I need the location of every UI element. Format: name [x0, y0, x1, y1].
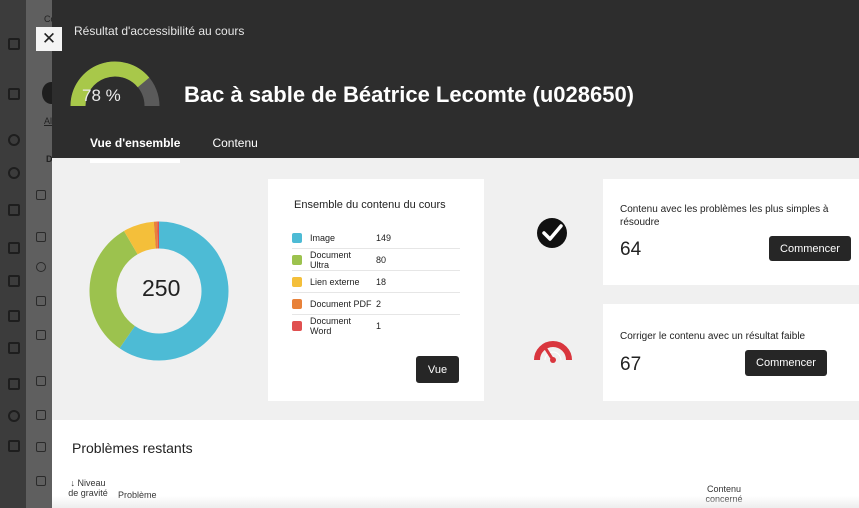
- bg-item-icon: [36, 262, 46, 272]
- report-header: Résultat d'accessibilité au cours 78 % B…: [52, 0, 859, 163]
- speedometer-icon: [534, 341, 572, 363]
- remaining-issues-section: Problèmes restants ↓ Niveau de gravité P…: [52, 420, 859, 508]
- bg-item-icon: [36, 376, 46, 386]
- severity-column-header[interactable]: ↓ Niveau de gravité: [68, 478, 108, 498]
- score-value: 78 %: [82, 86, 121, 105]
- report-eyebrow: Résultat d'accessibilité au cours: [74, 24, 245, 38]
- tab-overview[interactable]: Vue d'ensemble: [90, 136, 181, 163]
- legend-label: Document Word: [310, 316, 352, 336]
- legend-row-link: Lien externe 18: [292, 271, 460, 293]
- globe-icon: [8, 167, 20, 179]
- easy-issues-text: Contenu avec les problèmes les plus simp…: [620, 204, 829, 228]
- legend-label: Document Ultra: [310, 249, 352, 270]
- legend-row-ultra: Document Ultra 80: [292, 249, 460, 271]
- bg-item-icon: [36, 296, 46, 306]
- donut-slice-2: [124, 221, 157, 255]
- background-app-sidebar: Co Al D: [0, 0, 60, 508]
- tab-content[interactable]: Contenu: [212, 136, 257, 163]
- view-button[interactable]: Vue: [416, 356, 459, 383]
- grades-icon: [8, 342, 20, 354]
- institution-icon: [8, 88, 20, 100]
- low-score-text: Corriger le contenu avec un résultat fai…: [620, 331, 806, 342]
- content-summary-card: Ensemble du contenu du cours Image 149 D…: [268, 179, 484, 401]
- profile-icon: [8, 410, 20, 422]
- tools-icon: [8, 378, 20, 390]
- remaining-issues-title: Problèmes restants: [72, 440, 193, 456]
- signout-icon: [8, 440, 20, 452]
- calendar-icon: [8, 275, 20, 287]
- bg-item-icon: [36, 442, 46, 452]
- legend-label: Lien externe: [310, 276, 360, 287]
- check-circle-icon: [537, 218, 567, 248]
- background-nav-rail: [0, 0, 26, 508]
- legend-swatch: [292, 276, 302, 287]
- legend-count: 80: [376, 254, 387, 265]
- bg-text-2: Al: [44, 116, 53, 126]
- close-button[interactable]: ✕: [36, 27, 62, 51]
- summary-title: Ensemble du contenu du cours: [294, 199, 446, 211]
- legend-count: 1: [376, 321, 382, 331]
- bg-item-icon: [36, 476, 46, 486]
- legend-label: Document PDF: [310, 298, 372, 309]
- low-score-card: Corriger le contenu avec un résultat fai…: [603, 304, 859, 401]
- messages-icon: [8, 310, 20, 322]
- accessibility-report-modal: Résultat d'accessibilité au cours 78 % B…: [52, 0, 859, 508]
- bg-item-icon: [36, 410, 46, 420]
- legend-row-pdf: Document PDF 2: [292, 293, 460, 315]
- legend-label: Image: [310, 232, 336, 243]
- easy-issues-count: 64: [620, 239, 642, 260]
- user-icon: [8, 134, 20, 146]
- bg-item-icon: [36, 330, 46, 340]
- logo-icon: [8, 38, 20, 50]
- donut-slice-1: [89, 230, 139, 349]
- legend-count: 18: [376, 276, 387, 287]
- legend-count: 2: [376, 298, 382, 309]
- legend-swatch: [292, 321, 302, 331]
- low-score-count: 67: [620, 354, 642, 375]
- legend-count: 149: [376, 232, 392, 243]
- legend-swatch: [292, 254, 302, 265]
- legend-swatch: [292, 298, 302, 309]
- groups-icon: [8, 242, 20, 254]
- course-title: Bac à sable de Béatrice Lecomte (u028650…: [184, 82, 635, 107]
- legend-row-image: Image 149: [292, 227, 460, 249]
- easy-issues-icon-box: [502, 179, 602, 285]
- report-tabs: Vue d'ensemble Contenu: [90, 136, 258, 163]
- bg-item-icon: [36, 190, 46, 200]
- content-legend: Image 149 Document Ultra 80 Lien externe…: [292, 227, 460, 337]
- bg-item-icon: [36, 232, 46, 242]
- donut-total: 250: [142, 275, 181, 301]
- legend-row-word: Document Word 1: [292, 315, 460, 337]
- bottom-fade: [52, 496, 859, 508]
- low-score-icon-box: [502, 304, 602, 401]
- legend-swatch: [292, 232, 302, 243]
- courses-icon: [8, 204, 20, 216]
- start-low-score-button[interactable]: Commencer: [745, 350, 827, 376]
- start-easy-issues-button[interactable]: Commencer: [769, 236, 851, 261]
- easy-issues-card: Contenu avec les problèmes les plus simp…: [603, 179, 859, 285]
